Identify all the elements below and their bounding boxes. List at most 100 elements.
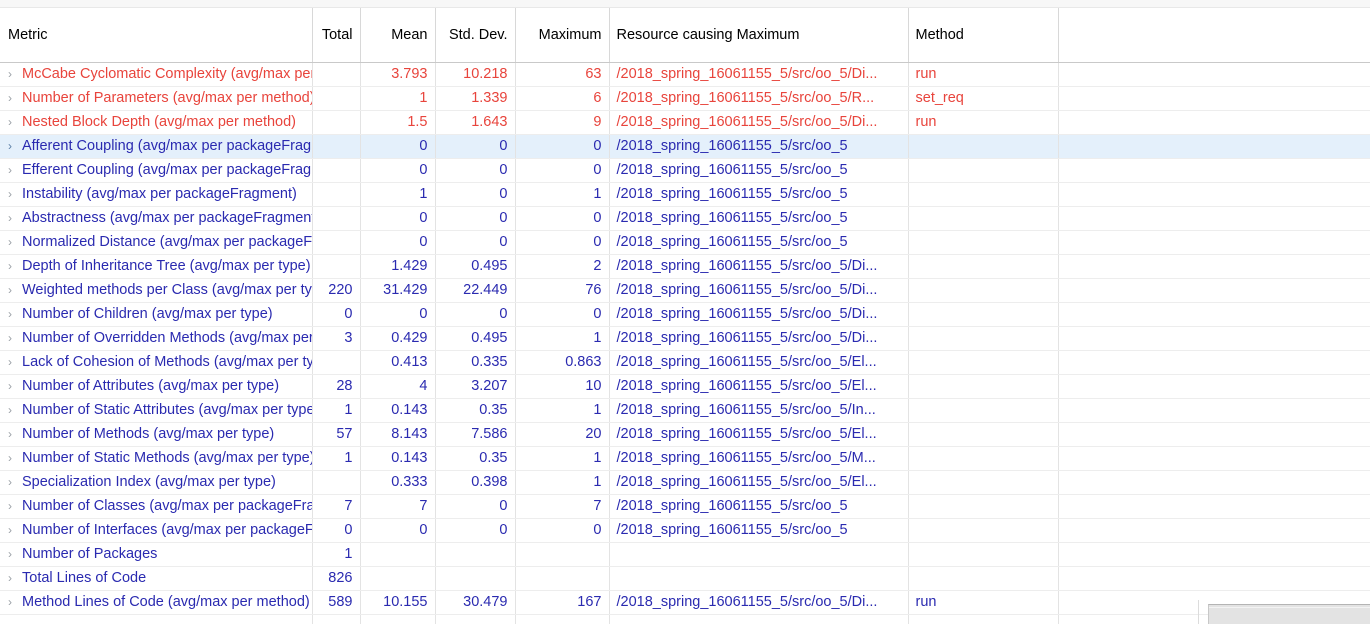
column-header-std-dev[interactable]: Std. Dev. xyxy=(435,8,516,63)
cell-metric[interactable]: › Nested Block Depth (avg/max per method) xyxy=(0,110,313,135)
cell-metric[interactable]: › Number of Children (avg/max per type) xyxy=(0,302,313,327)
expand-chevron-right-icon[interactable]: › xyxy=(8,255,22,278)
table-row[interactable]: › Number of Attributes (avg/max per type)… xyxy=(0,374,1370,399)
expand-chevron-right-icon[interactable]: › xyxy=(8,543,22,566)
expand-chevron-right-icon[interactable]: › xyxy=(8,399,22,422)
expand-chevron-right-icon[interactable]: › xyxy=(8,183,22,206)
expand-chevron-right-icon[interactable]: › xyxy=(8,591,22,614)
expand-chevron-right-icon[interactable]: › xyxy=(8,111,22,134)
cell-metric[interactable]: › Number of Parameters (avg/max per metho… xyxy=(0,86,313,111)
column-header-method[interactable]: Method xyxy=(908,8,1059,63)
cell-metric[interactable]: › Weighted methods per Class (avg/max per… xyxy=(0,278,313,303)
cell-metric[interactable]: › Lack of Cohesion of Methods (avg/max pe… xyxy=(0,350,313,375)
expand-chevron-right-icon[interactable]: › xyxy=(8,159,22,182)
cell-std-dev: 0.495 xyxy=(435,326,516,351)
column-header-mean[interactable]: Mean xyxy=(360,8,436,63)
cell-method xyxy=(908,518,1059,543)
column-header-metric[interactable]: Metric xyxy=(0,8,313,63)
table-row[interactable]: › Number of Overridden Methods (avg/max p… xyxy=(0,326,1370,351)
expand-chevron-right-icon[interactable]: › xyxy=(8,375,22,398)
cell-metric[interactable] xyxy=(0,614,313,624)
table-row[interactable]: › Number of Static Methods (avg/max per t… xyxy=(0,446,1370,471)
cell-mean: 0 xyxy=(360,134,436,159)
table-row[interactable]: › Depth of Inheritance Tree (avg/max per … xyxy=(0,254,1370,279)
expand-chevron-right-icon[interactable]: › xyxy=(8,423,22,446)
column-header-maximum[interactable]: Maximum xyxy=(515,8,610,63)
cell-method xyxy=(908,230,1059,255)
cell-metric[interactable]: › Number of Interfaces (avg/max per packa… xyxy=(0,518,313,543)
cell-mean: 1 xyxy=(360,182,436,207)
cell-metric[interactable]: › Normalized Distance (avg/max per packag… xyxy=(0,230,313,255)
table-row[interactable]: › Total Lines of Code 826 xyxy=(0,566,1370,591)
cell-blank xyxy=(1058,254,1370,279)
expand-chevron-right-icon[interactable]: › xyxy=(8,567,22,590)
expand-chevron-right-icon[interactable]: › xyxy=(8,351,22,374)
cell-total: 826 xyxy=(312,566,361,591)
expand-chevron-right-icon[interactable]: › xyxy=(8,135,22,158)
cell-metric[interactable]: › Number of Methods (avg/max per type) xyxy=(0,422,313,447)
table-row[interactable]: › Number of Children (avg/max per type) 0 0… xyxy=(0,302,1370,327)
expand-chevron-right-icon[interactable]: › xyxy=(8,231,22,254)
cell-resource xyxy=(609,566,909,591)
cell-metric[interactable]: › McCabe Cyclomatic Complexity (avg/max p… xyxy=(0,62,313,87)
table-row[interactable]: › Weighted methods per Class (avg/max per… xyxy=(0,278,1370,303)
table-row[interactable]: › Number of Methods (avg/max per type) 57 8… xyxy=(0,422,1370,447)
expand-chevron-right-icon[interactable]: › xyxy=(8,207,22,230)
cell-blank xyxy=(1058,470,1370,495)
horizontal-scrollbar-thumb[interactable] xyxy=(1209,607,1370,623)
table-row[interactable]: › Number of Classes (avg/max per packageF… xyxy=(0,494,1370,519)
cell-metric[interactable]: › Afferent Coupling (avg/max per packageF… xyxy=(0,134,313,159)
window-top-strip xyxy=(0,0,1370,8)
cell-metric[interactable]: › Efferent Coupling (avg/max per packageF… xyxy=(0,158,313,183)
metric-label: Number of Interfaces (avg/max per packag… xyxy=(22,522,312,538)
cell-metric[interactable]: › Abstractness (avg/max per packageFragme… xyxy=(0,206,313,231)
expand-chevron-right-icon[interactable]: › xyxy=(8,87,22,110)
expand-chevron-right-icon[interactable]: › xyxy=(8,327,22,350)
expand-chevron-right-icon[interactable]: › xyxy=(8,471,22,494)
table-row[interactable] xyxy=(0,614,1370,624)
column-header-total[interactable]: Total xyxy=(312,8,361,63)
table-row[interactable]: › Lack of Cohesion of Methods (avg/max pe… xyxy=(0,350,1370,375)
expand-chevron-right-icon[interactable]: › xyxy=(8,279,22,302)
table-row[interactable]: › Abstractness (avg/max per packageFragme… xyxy=(0,206,1370,231)
expand-chevron-right-icon[interactable]: › xyxy=(8,495,22,518)
cell-mean: 0.429 xyxy=(360,326,436,351)
cell-std-dev: 0 xyxy=(435,206,516,231)
cell-metric[interactable]: › Number of Static Methods (avg/max per t… xyxy=(0,446,313,471)
horizontal-scrollbar[interactable] xyxy=(1208,604,1370,624)
cell-metric[interactable]: › Specialization Index (avg/max per type) xyxy=(0,470,313,495)
cell-method xyxy=(908,134,1059,159)
cell-mean: 0 xyxy=(360,302,436,327)
cell-metric[interactable]: › Number of Classes (avg/max per packageF… xyxy=(0,494,313,519)
table-row[interactable]: › Number of Interfaces (avg/max per packa… xyxy=(0,518,1370,543)
cell-total xyxy=(312,230,361,255)
table-row[interactable]: › Normalized Distance (avg/max per packag… xyxy=(0,230,1370,255)
table-row[interactable]: › Afferent Coupling (avg/max per packageF… xyxy=(0,134,1370,159)
expand-chevron-right-icon[interactable]: › xyxy=(8,63,22,86)
cell-metric[interactable]: › Number of Overridden Methods (avg/max p… xyxy=(0,326,313,351)
expand-chevron-right-icon[interactable]: › xyxy=(8,447,22,470)
cell-metric[interactable]: › Method Lines of Code (avg/max per metho… xyxy=(0,590,313,615)
cell-std-dev: 0.495 xyxy=(435,254,516,279)
cell-metric[interactable]: › Number of Attributes (avg/max per type) xyxy=(0,374,313,399)
cell-std-dev: 0 xyxy=(435,494,516,519)
table-row[interactable]: › McCabe Cyclomatic Complexity (avg/max p… xyxy=(0,62,1370,87)
cell-metric[interactable]: › Number of Packages xyxy=(0,542,313,567)
table-row[interactable]: › Nested Block Depth (avg/max per method)… xyxy=(0,110,1370,135)
cell-metric[interactable]: › Number of Static Attributes (avg/max pe… xyxy=(0,398,313,423)
expand-chevron-right-icon[interactable]: › xyxy=(8,303,22,326)
table-row[interactable]: › Method Lines of Code (avg/max per metho… xyxy=(0,590,1370,615)
column-header-resource[interactable]: Resource causing Maximum xyxy=(609,8,909,63)
cell-metric[interactable]: › Total Lines of Code xyxy=(0,566,313,591)
table-row[interactable]: › Specialization Index (avg/max per type)… xyxy=(0,470,1370,495)
table-row[interactable]: › Efferent Coupling (avg/max per packageF… xyxy=(0,158,1370,183)
cell-metric[interactable]: › Instability (avg/max per packageFragmen… xyxy=(0,182,313,207)
table-row[interactable]: › Number of Packages 1 xyxy=(0,542,1370,567)
table-row[interactable]: › Number of Static Attributes (avg/max pe… xyxy=(0,398,1370,423)
cell-std-dev: 0 xyxy=(435,230,516,255)
cell-metric[interactable]: › Depth of Inheritance Tree (avg/max per … xyxy=(0,254,313,279)
table-row[interactable]: › Instability (avg/max per packageFragmen… xyxy=(0,182,1370,207)
cell-total xyxy=(312,470,361,495)
expand-chevron-right-icon[interactable]: › xyxy=(8,519,22,542)
table-row[interactable]: › Number of Parameters (avg/max per metho… xyxy=(0,86,1370,111)
